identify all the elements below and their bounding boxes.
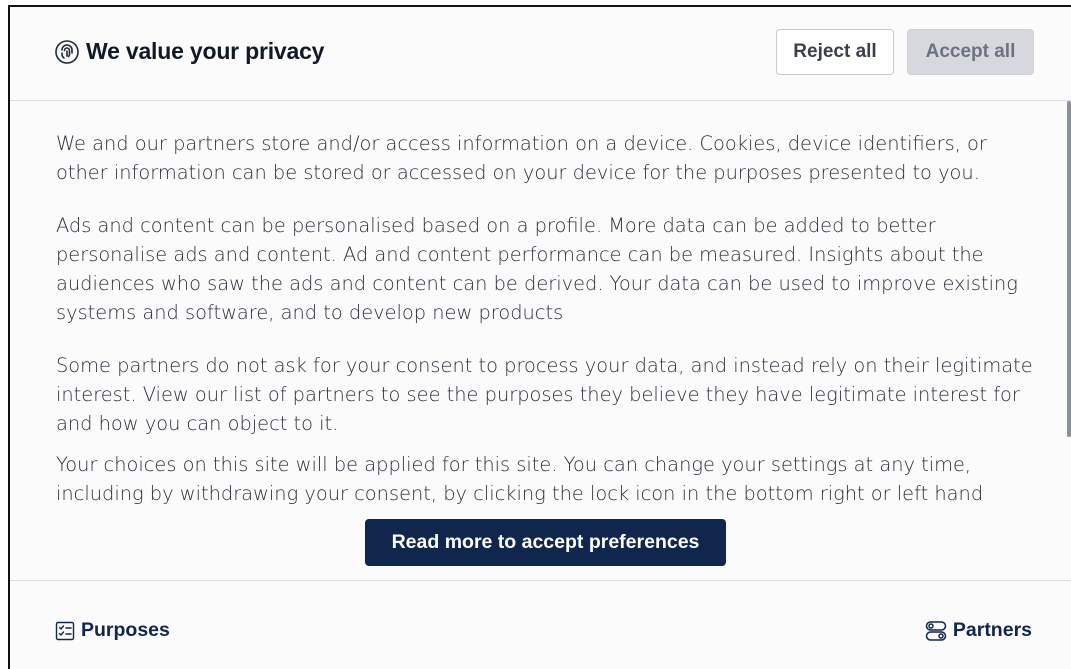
consent-paragraph: Some partners do not ask for your consen… — [56, 354, 1033, 435]
purposes-link[interactable]: Purposes — [55, 619, 170, 642]
privacy-consent-dialog: We value your privacy Reject all Accept … — [8, 5, 1071, 669]
partners-link[interactable]: Partners — [925, 619, 1032, 642]
dialog-title: We value your privacy — [86, 38, 325, 64]
title-wrap: We value your privacy — [54, 38, 324, 65]
consent-paragraph: Ads and content can be personalised base… — [56, 214, 1018, 324]
consent-paragraph: Your choices on this site will be applie… — [56, 453, 984, 505]
read-more-button[interactable]: Read more to accept preferences — [365, 519, 726, 566]
toggles-icon — [925, 620, 947, 641]
partners-label: Partners — [952, 619, 1032, 641]
fingerprint-icon — [55, 39, 79, 64]
dialog-header: We value your privacy Reject all Accept … — [10, 7, 1071, 101]
consent-paragraph: We and our partners store and/or access … — [56, 132, 987, 184]
dialog-footer: Purposes Partners — [10, 580, 1071, 669]
reject-all-button[interactable]: Reject all — [776, 29, 894, 75]
consent-text-body[interactable]: We and our partners store and/or access … — [56, 129, 1041, 505]
accept-all-button[interactable]: Accept all — [907, 29, 1034, 75]
purposes-label: Purposes — [81, 619, 170, 641]
scrollbar[interactable] — [1067, 101, 1071, 437]
checklist-icon — [55, 621, 75, 640]
